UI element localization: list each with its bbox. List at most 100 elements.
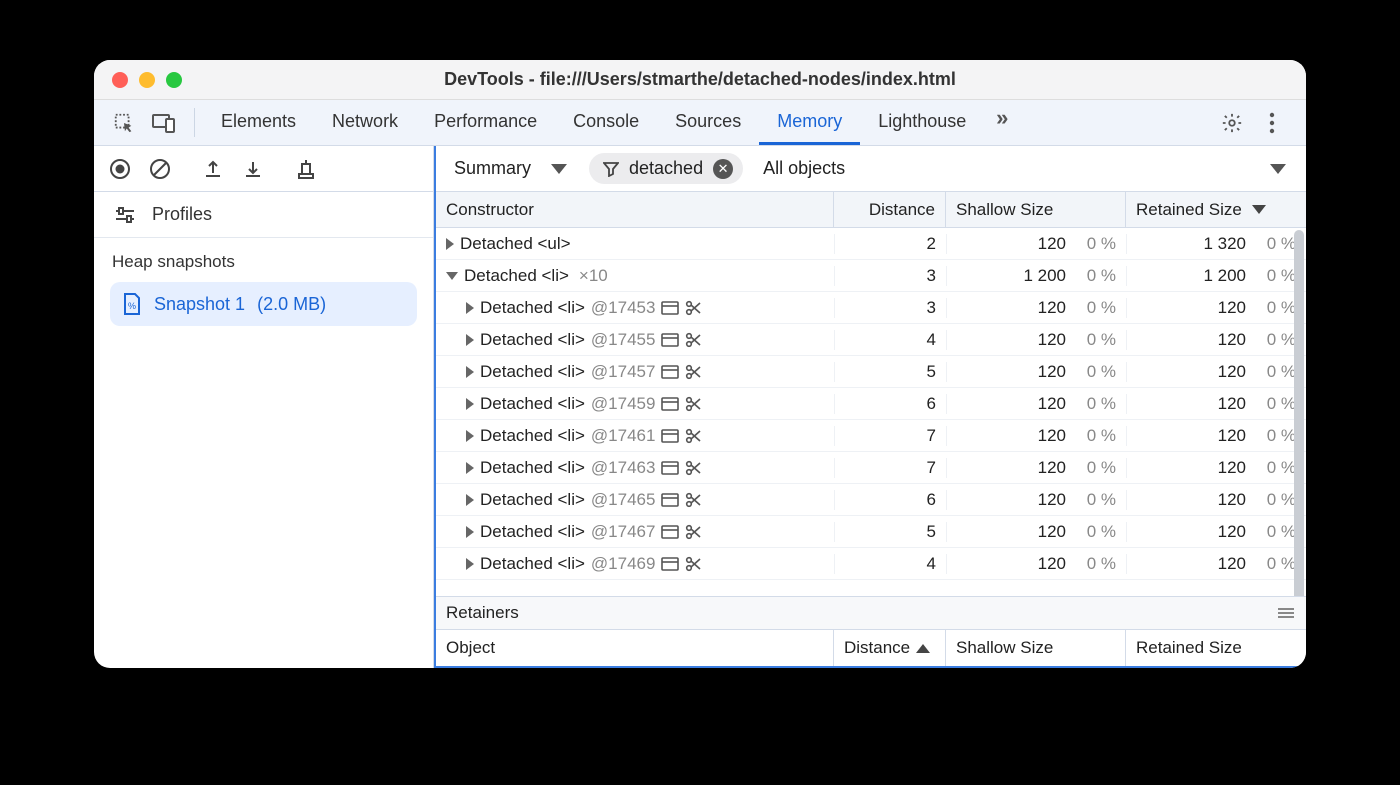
collect-garbage-icon[interactable] — [288, 151, 324, 187]
table-row[interactable]: Detached <li> @17467 51200 %1200 % — [436, 516, 1306, 548]
retained-size-value: 120 — [1218, 458, 1246, 478]
retained-pct: 0 % — [1260, 330, 1296, 350]
col-distance-retainers[interactable]: Distance — [834, 630, 946, 666]
main-panel: Summary detached ✕ All objects Construct… — [434, 146, 1306, 668]
disclosure-triangle-icon[interactable] — [466, 366, 474, 378]
minimize-window-button[interactable] — [139, 72, 155, 88]
disclosure-triangle-icon[interactable] — [466, 398, 474, 410]
object-id: @17453 — [591, 298, 656, 318]
object-id: @17459 — [591, 394, 656, 414]
object-id: @17463 — [591, 458, 656, 478]
constructor-label: Detached <li> — [480, 426, 585, 446]
profiles-section-header[interactable]: Profiles — [94, 192, 433, 238]
heap-snapshots-label: Heap snapshots — [110, 252, 417, 272]
more-tabs-icon[interactable]: » — [984, 100, 1020, 136]
table-row[interactable]: Detached <li> @17459 61200 %1200 % — [436, 388, 1306, 420]
disclosure-triangle-icon[interactable] — [466, 302, 474, 314]
retained-pct: 0 % — [1260, 554, 1296, 574]
content-area: Profiles Heap snapshots % Snapshot 1 (2.… — [94, 146, 1306, 668]
col-retained-retainers[interactable]: Retained Size — [1126, 630, 1306, 666]
filter-icon — [603, 161, 619, 177]
col-shallow-retainers[interactable]: Shallow Size — [946, 630, 1126, 666]
col-retained-size[interactable]: Retained Size — [1126, 192, 1306, 227]
kebab-menu-icon[interactable] — [1254, 105, 1290, 141]
retained-pct: 0 % — [1260, 458, 1296, 478]
inspect-element-icon[interactable] — [106, 105, 142, 141]
scissors-icon — [685, 428, 701, 444]
retained-pct: 0 % — [1260, 234, 1296, 254]
tab-memory[interactable]: Memory — [759, 100, 860, 145]
record-icon[interactable] — [102, 151, 138, 187]
distance-value: 3 — [834, 298, 946, 318]
device-toolbar-icon[interactable] — [146, 105, 182, 141]
col-constructor[interactable]: Constructor — [436, 192, 834, 227]
table-row[interactable]: Detached <li> @17453 31200 %1200 % — [436, 292, 1306, 324]
table-row[interactable]: Detached <li> @17469 41200 %1200 % — [436, 548, 1306, 580]
snapshot-size: (2.0 MB) — [257, 294, 326, 315]
constructor-label: Detached <ul> — [460, 234, 571, 254]
retainers-menu-icon[interactable] — [1276, 606, 1296, 620]
col-object[interactable]: Object — [436, 630, 834, 666]
disclosure-triangle-icon[interactable] — [466, 430, 474, 442]
disclosure-triangle-icon[interactable] — [466, 462, 474, 474]
table-row[interactable]: Detached <li> @17461 71200 %1200 % — [436, 420, 1306, 452]
shallow-pct: 0 % — [1080, 458, 1116, 478]
clear-icon[interactable] — [142, 151, 178, 187]
view-dropdown-label: Summary — [454, 158, 531, 179]
load-profile-icon[interactable] — [195, 151, 231, 187]
col-shallow-size[interactable]: Shallow Size — [946, 192, 1126, 227]
class-filter[interactable]: detached ✕ — [589, 153, 743, 184]
clear-filter-icon[interactable]: ✕ — [713, 159, 733, 179]
disclosure-triangle-icon[interactable] — [466, 494, 474, 506]
zoom-window-button[interactable] — [166, 72, 182, 88]
retainers-label: Retainers — [446, 603, 519, 623]
retained-pct: 0 % — [1260, 490, 1296, 510]
tab-elements[interactable]: Elements — [203, 100, 314, 145]
tab-console[interactable]: Console — [555, 100, 657, 145]
close-window-button[interactable] — [112, 72, 128, 88]
table-row[interactable]: Detached <ul>21200 %1 3200 % — [436, 228, 1306, 260]
retainers-header-bar[interactable]: Retainers — [436, 596, 1306, 630]
disclosure-triangle-icon[interactable] — [446, 272, 458, 280]
tab-sources[interactable]: Sources — [657, 100, 759, 145]
snapshot-item[interactable]: % Snapshot 1 (2.0 MB) — [110, 282, 417, 326]
save-profile-icon[interactable] — [235, 151, 271, 187]
object-id: @17455 — [591, 330, 656, 350]
objects-scope-dropdown[interactable]: All objects — [763, 158, 1296, 179]
disclosure-triangle-icon[interactable] — [446, 238, 454, 250]
filter-value: detached — [629, 158, 703, 179]
distance-value: 4 — [834, 330, 946, 350]
table-row[interactable]: Detached <li> ×1031 2000 %1 2000 % — [436, 260, 1306, 292]
table-row[interactable]: Detached <li> @17457 51200 %1200 % — [436, 356, 1306, 388]
retained-size-value: 120 — [1218, 298, 1246, 318]
shallow-pct: 0 % — [1080, 330, 1116, 350]
tab-network[interactable]: Network — [314, 100, 416, 145]
shallow-size-value: 120 — [1038, 234, 1066, 254]
element-icon — [661, 397, 679, 411]
element-icon — [661, 493, 679, 507]
constructor-label: Detached <li> — [464, 266, 569, 286]
disclosure-triangle-icon[interactable] — [466, 526, 474, 538]
element-icon — [661, 365, 679, 379]
table-row[interactable]: Detached <li> @17463 71200 %1200 % — [436, 452, 1306, 484]
tab-performance[interactable]: Performance — [416, 100, 555, 145]
tab-lighthouse[interactable]: Lighthouse — [860, 100, 984, 145]
retained-size-value: 120 — [1218, 490, 1246, 510]
constructor-label: Detached <li> — [480, 330, 585, 350]
distance-value: 7 — [834, 426, 946, 446]
instance-count: ×10 — [579, 266, 608, 286]
col-distance[interactable]: Distance — [834, 192, 946, 227]
constructors-table-body[interactable]: Detached <ul>21200 %1 3200 % Detached <l… — [436, 228, 1306, 596]
inspect-tools — [102, 100, 186, 145]
view-dropdown[interactable]: Summary — [446, 154, 575, 183]
profile-toolbar — [94, 146, 433, 192]
table-row[interactable]: Detached <li> @17465 61200 %1200 % — [436, 484, 1306, 516]
scrollbar[interactable] — [1294, 230, 1304, 596]
table-row[interactable]: Detached <li> @17455 41200 %1200 % — [436, 324, 1306, 356]
shallow-size-value: 1 200 — [1023, 266, 1066, 286]
constructor-label: Detached <li> — [480, 458, 585, 478]
settings-icon[interactable] — [1214, 105, 1250, 141]
disclosure-triangle-icon[interactable] — [466, 558, 474, 570]
disclosure-triangle-icon[interactable] — [466, 334, 474, 346]
scissors-icon — [685, 364, 701, 380]
